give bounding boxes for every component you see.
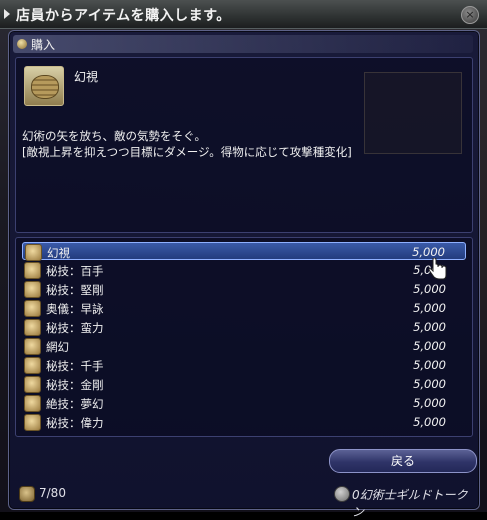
item-price: 5,000	[413, 396, 446, 410]
item-label: 絶技：夢幻	[46, 397, 104, 411]
token-icon	[334, 486, 350, 502]
currency-label: 0幻術士ギルドトークン	[352, 488, 468, 519]
shop-list: 幻視 5,000 秘技：百手 5,000 秘技：堅剛 5,000 奥儀：早詠 5…	[15, 237, 473, 437]
item-price: 5,000	[413, 415, 446, 429]
list-item[interactable]: 秘技：偉力 5,000	[22, 413, 466, 431]
title-text: 店員からアイテムを購入します。	[16, 8, 231, 24]
bowl-icon	[24, 281, 41, 298]
item-info-panel: 幻視 幻術の矢を放ち、敵の気勢をそぐ。 [敵視上昇を抑えつつ目標にダメージ。得物…	[15, 57, 473, 233]
bowl-icon	[24, 338, 41, 355]
bowl-icon	[24, 395, 41, 412]
back-button[interactable]: 戻る	[329, 449, 477, 473]
bowl-icon	[24, 262, 41, 279]
item-label: 幻視	[47, 246, 70, 260]
item-label: 秘技：千手	[46, 359, 104, 373]
item-price: 5,000	[413, 339, 446, 353]
item-price: 5,000	[413, 377, 446, 391]
item-desc-line2: [敵視上昇を抑えつつ目標にダメージ。得物に応じて攻撃種変化]	[22, 145, 352, 159]
list-item[interactable]: 秘技：金剛 5,000	[22, 375, 466, 393]
item-label: 網幻	[46, 340, 69, 354]
bowl-icon	[24, 319, 41, 336]
item-name: 幻視	[74, 70, 99, 84]
hand-cursor-icon	[428, 258, 447, 280]
header-diamond-icon	[17, 39, 27, 49]
list-item[interactable]: 幻視 5,000	[22, 242, 466, 261]
bowl-icon	[24, 376, 41, 393]
title-bar: 店員からアイテムを購入します。 ×	[0, 0, 487, 29]
item-label: 秘技：蛮力	[46, 321, 104, 335]
window-header: 購入	[13, 35, 473, 53]
bag-icon	[19, 486, 35, 502]
bowl-icon	[24, 414, 41, 431]
bowl-icon	[24, 300, 41, 317]
item-label: 奥儀：早詠	[46, 302, 104, 316]
item-label: 秘技：堅剛	[46, 283, 104, 297]
item-desc-line1: 幻術の矢を放ち、敵の気勢をそぐ。	[22, 129, 206, 143]
window-title: 購入	[31, 38, 56, 52]
bowl-icon	[24, 357, 41, 374]
item-label: 秘技：金剛	[46, 378, 104, 392]
item-price: 5,000	[413, 358, 446, 372]
close-icon[interactable]: ×	[461, 6, 479, 24]
list-item[interactable]: 絶技：夢幻 5,000	[22, 394, 466, 412]
item-description: 幻術の矢を放ち、敵の気勢をそぐ。 [敵視上昇を抑えつつ目標にダメージ。得物に応じ…	[22, 128, 352, 160]
decorative-frame	[364, 72, 462, 154]
item-price: 5,000	[413, 301, 446, 315]
item-label: 秘技：百手	[46, 264, 104, 278]
item-price: 5,000	[412, 245, 445, 259]
list-item[interactable]: 秘技：蛮力 5,000	[22, 318, 466, 336]
item-price: 5,000	[413, 320, 446, 334]
item-price: 5,000	[413, 282, 446, 296]
bowl-icon	[25, 244, 42, 261]
shop-window: 購入 幻視 幻術の矢を放ち、敵の気勢をそぐ。 [敵視上昇を抑えつつ目標にダメージ…	[8, 30, 480, 519]
list-item[interactable]: 秘技：百手 5,000	[22, 261, 466, 279]
item-label: 秘技：偉力	[46, 416, 104, 430]
list-item[interactable]: 秘技：堅剛 5,000	[22, 280, 466, 298]
inventory-count: 7/80	[39, 486, 66, 500]
list-item[interactable]: 秘技：千手 5,000	[22, 356, 466, 374]
bowl-icon	[24, 66, 64, 106]
list-item[interactable]: 奥儀：早詠 5,000	[22, 299, 466, 317]
list-item[interactable]: 網幻 5,000	[22, 337, 466, 355]
title-arrow-icon	[4, 9, 10, 19]
